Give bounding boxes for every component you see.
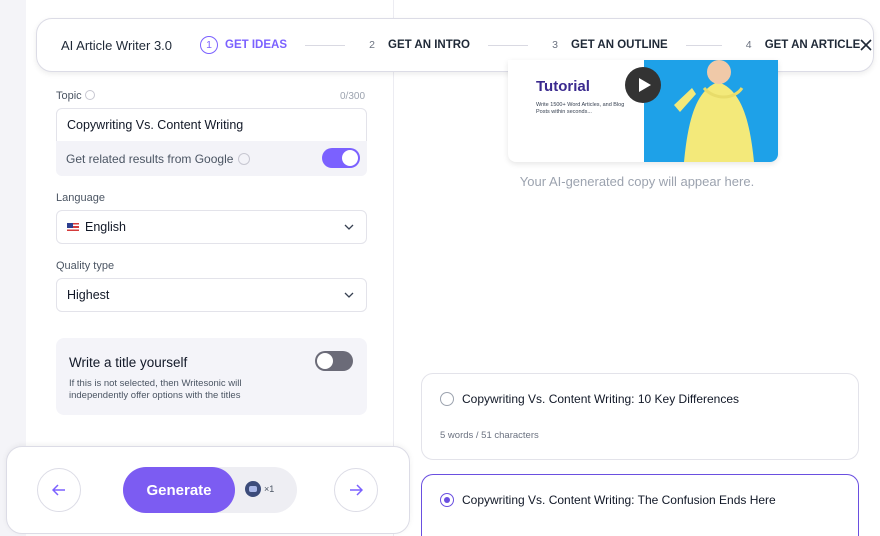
option-title: Copywriting Vs. Content Writing: 10 Key … [462,392,740,406]
info-icon [84,90,95,100]
arrow-left-icon [52,484,65,496]
video-image [644,60,778,162]
step-number: 4 [745,39,752,51]
presenter-image [674,60,754,162]
option-radio[interactable] [440,493,454,507]
quality-value: Highest [67,288,110,302]
output-placeholder: Your AI-generated copy will appear here. [519,174,755,189]
step-get-an-intro[interactable]: 2 GET AN INTRO [363,36,470,54]
write-title-heading: Write a title yourself [69,355,188,370]
play-icon[interactable] [624,66,662,104]
step-label: GET AN INTRO [388,39,470,51]
option-word-count: 5 words / 51 characters [440,430,539,441]
app-title: AI Article Writer 3.0 [61,37,173,53]
topic-label-text: Topic [56,90,82,102]
write-title-card: Write a title yourself If this is not se… [56,338,367,415]
close-icon [860,39,872,51]
step-divider [685,44,722,46]
credit-text: ×1 [264,484,275,494]
back-button[interactable] [37,468,81,512]
step-divider [488,44,528,46]
title-option-card-selected[interactable]: Copywriting Vs. Content Writing: The Con… [421,474,859,536]
write-title-description: If this is not selected, then Writesonic… [69,378,242,401]
generate-button[interactable]: Generate [123,467,235,513]
video-subtitle: Write 1500+ Word Articles, and Blog Post… [536,102,625,115]
title-option-card[interactable]: Copywriting Vs. Content Writing: 10 Key … [421,373,859,460]
step-get-an-article[interactable]: 4 GET AN ARTICLE [740,36,861,54]
step-get-ideas[interactable]: 1 GET IDEAS [200,36,287,54]
tutorial-video-thumbnail[interactable]: Tutorial Write 1500+ Word Articles, and … [508,60,778,162]
topic-input[interactable]: Copywriting Vs. Content Writing [56,108,367,142]
arrow-right-icon [350,484,363,496]
info-icon [238,152,251,165]
us-flag-icon [67,223,79,231]
close-button[interactable] [860,35,872,55]
google-results-row: Get related results from Google [56,141,367,176]
write-title-toggle[interactable] [315,351,353,371]
topic-char-counter: 0/300 [340,91,366,102]
quality-select[interactable]: Highest [56,278,367,312]
step-label: GET AN ARTICLE [764,39,861,51]
option-radio[interactable] [440,392,454,406]
step-divider [305,44,345,46]
google-results-toggle[interactable] [322,148,360,168]
language-value: English [85,220,126,234]
bottom-action-bar: Generate ×1 [6,446,410,534]
language-label: Language [56,192,105,204]
step-label: GET AN OUTLINE [571,39,668,51]
chevron-down-icon [344,292,354,298]
generate-group: Generate ×1 [123,467,297,513]
topic-label: Topic [56,90,95,102]
credit-cost: ×1 [245,481,274,497]
step-label: GET IDEAS [225,39,287,51]
google-results-label: Get related results from Google [66,151,234,166]
chevron-down-icon [344,224,354,230]
step-number: 1 [200,36,219,54]
toggle-knob [317,353,333,369]
quality-label: Quality type [56,260,115,272]
step-get-an-outline[interactable]: 3 GET AN OUTLINE [546,36,668,54]
language-select[interactable]: English [56,210,367,244]
option-title: Copywriting Vs. Content Writing: The Con… [462,493,776,507]
step-number: 2 [369,39,375,51]
video-title: Tutorial [536,78,590,95]
credit-icon [245,481,261,497]
next-button[interactable] [334,468,378,512]
toggle-knob [342,150,358,166]
step-number: 3 [552,39,558,51]
